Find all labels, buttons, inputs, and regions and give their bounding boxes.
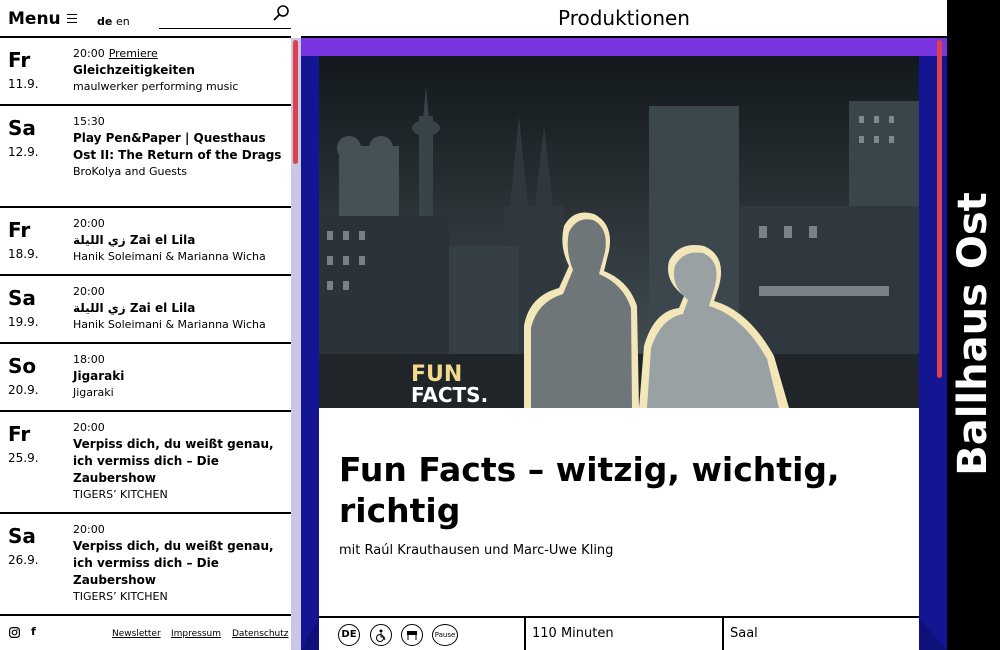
brand-bar: Ballhaus Ost: [947, 0, 1000, 650]
duration-cell: 110 Minuten: [524, 618, 722, 650]
event-date: 26.9.: [8, 553, 39, 567]
production-credits: mit Raúl Krauthausen und Marc-Uwe Kling: [339, 543, 614, 558]
event-artist: Hanik Soleimani & Marianna Wicha: [73, 250, 266, 263]
event-title[interactable]: زي الليلة Zai el Lila: [73, 300, 283, 317]
language-de-icon: DE: [338, 624, 360, 646]
event-time: 20:00: [73, 217, 105, 230]
language-en-link[interactable]: en: [116, 15, 130, 28]
program-sidebar: Menu de en Fr 11.9. 20:00 Premiere Gleich…: [0, 0, 291, 650]
sidebar-footer: f Newsletter Impressum Datenschutz: [0, 616, 291, 650]
seating-icon: [401, 624, 423, 646]
event-title[interactable]: Verpiss dich, du weißt genau, ich vermis…: [73, 538, 283, 589]
production-image: FUN FACTS.: [319, 56, 919, 408]
event-artist: maulwerker performing music: [73, 80, 239, 93]
event-time: 20:00: [73, 285, 105, 298]
brand-logo[interactable]: Ballhaus Ost: [950, 192, 996, 476]
event-date: 11.9.: [8, 77, 39, 91]
event-title[interactable]: Gleichzeitigkeiten: [73, 62, 283, 79]
event-title[interactable]: Verpiss dich, du weißt genau, ich vermis…: [73, 436, 283, 487]
venue-value: Saal: [730, 626, 758, 641]
event-weekday: Sa: [8, 286, 36, 310]
venue-cell: Saal: [722, 618, 919, 650]
event-date: 25.9.: [8, 451, 39, 465]
language-de-link[interactable]: de: [97, 15, 112, 28]
event-weekday: Sa: [8, 524, 36, 548]
sidebar-scrollbar-thumb[interactable]: [293, 40, 298, 164]
wheelchair-accessible-icon: [370, 624, 392, 646]
event-artist: TIGERS’ KITCHEN: [73, 590, 168, 603]
event-date: 19.9.: [8, 315, 39, 329]
content-scrollbar-thumb[interactable]: [937, 40, 942, 378]
fun-facts-logo-line2: FACTS.: [411, 383, 488, 407]
event-artist: Jigaraki: [73, 386, 114, 399]
event-time: 15:30: [73, 115, 105, 128]
event-date: 18.9.: [8, 247, 39, 261]
event-item[interactable]: Sa 19.9. 20:00 زي الليلة Zai el Lila Han…: [0, 276, 291, 344]
page-header: Produktionen: [301, 0, 947, 38]
event-item[interactable]: Fr 25.9. 20:00 Verpiss dich, du weißt ge…: [0, 412, 291, 514]
production-card: FUN FACTS. Fun Facts – witzig, wichtig, …: [319, 56, 919, 650]
event-artist: Hanik Soleimani & Marianna Wicha: [73, 318, 266, 331]
event-weekday: Sa: [8, 116, 36, 140]
premiere-badge: Premiere: [108, 47, 158, 60]
datenschutz-link[interactable]: Datenschutz: [232, 629, 289, 639]
search-input[interactable]: [159, 28, 291, 29]
event-artist: BroKolya and Guests: [73, 165, 187, 178]
event-item[interactable]: Sa 12.9. 15:30 Play Pen&Paper | Questhau…: [0, 106, 291, 208]
event-artist: TIGERS’ KITCHEN: [73, 488, 168, 501]
event-time: 20:00: [73, 47, 105, 60]
event-item[interactable]: Fr 11.9. 20:00 Premiere Gleichzeitigkeite…: [0, 38, 291, 106]
impressum-link[interactable]: Impressum: [171, 629, 221, 639]
event-list: Fr 11.9. 20:00 Premiere Gleichzeitigkeite…: [0, 38, 291, 616]
newsletter-link[interactable]: Newsletter: [112, 629, 161, 639]
event-title[interactable]: Play Pen&Paper | Questhaus Ost II: The R…: [73, 130, 283, 164]
hamburger-icon[interactable]: [67, 14, 77, 23]
search-icon[interactable]: [272, 4, 290, 22]
production-title: Fun Facts – witzig, wichtig, richtig: [339, 450, 840, 530]
production-info-bar: DE Pause 110 Minuten Saal: [319, 616, 919, 650]
pause-icon: Pause: [432, 624, 458, 646]
event-title[interactable]: زي الليلة Zai el Lila: [73, 232, 283, 249]
facebook-icon[interactable]: f: [31, 625, 36, 638]
sidebar-topbar: Menu de en: [0, 0, 291, 38]
event-weekday: Fr: [8, 218, 31, 242]
event-item[interactable]: Fr 18.9. 20:00 زي الليلة Zai el Lila Han…: [0, 208, 291, 276]
menu-button[interactable]: Menu: [8, 9, 61, 29]
event-time: 20:00: [73, 523, 105, 536]
event-time: 18:00: [73, 353, 105, 366]
duration-value: 110 Minuten: [532, 626, 614, 641]
page-title: Produktionen: [558, 6, 690, 30]
event-weekday: Fr: [8, 48, 31, 72]
event-item[interactable]: So 20.9. 18:00 Jigaraki Jigaraki: [0, 344, 291, 412]
event-date: 12.9.: [8, 145, 39, 159]
event-time: 20:00: [73, 421, 105, 434]
event-weekday: Fr: [8, 422, 31, 446]
event-title[interactable]: Jigaraki: [73, 368, 283, 385]
instagram-icon[interactable]: [9, 627, 20, 638]
event-item[interactable]: Sa 26.9. 20:00 Verpiss dich, du weißt ge…: [0, 514, 291, 616]
production-panel: FUN FACTS. Fun Facts – witzig, wichtig, …: [301, 38, 947, 650]
event-weekday: So: [8, 354, 37, 378]
event-date: 20.9.: [8, 383, 39, 397]
